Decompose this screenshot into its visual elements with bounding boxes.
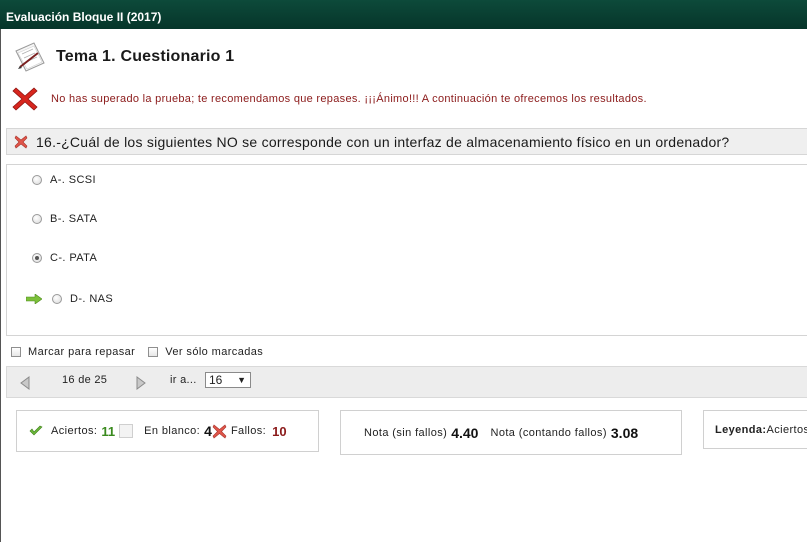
- window-border: [0, 0, 1, 542]
- legend-label: Leyenda:: [715, 423, 767, 436]
- document-pencil-icon: [15, 42, 45, 72]
- show-only-marked-checkbox[interactable]: Ver sólo marcadas: [148, 346, 263, 358]
- mark-for-review-checkbox[interactable]: Marcar para repasar: [11, 346, 135, 358]
- option-label: A-. SCSI: [50, 174, 96, 186]
- nota-sin-fallos-label: Nota (sin fallos): [364, 426, 448, 439]
- fallos-label: Fallos:: [230, 425, 267, 437]
- window-titlebar: Evaluación Bloque II (2017): [0, 0, 807, 29]
- red-x-icon: [12, 87, 38, 111]
- score-summary: Aciertos: 11 En blanco: 4 Fallos: 10: [16, 410, 319, 452]
- previous-arrow-icon[interactable]: [19, 376, 31, 390]
- question-text: 16.-¿Cuál de los siguientes NO se corres…: [36, 133, 730, 150]
- page-title: Tema 1. Cuestionario 1: [56, 48, 235, 65]
- option-c[interactable]: C-. PATA: [32, 252, 97, 264]
- nota-sin-fallos-value: 4.40: [451, 424, 479, 441]
- question-navigation: 16 de 25 ir a... 16 ▼: [6, 366, 807, 398]
- radio-button[interactable]: [32, 175, 42, 185]
- option-label: D-. NAS: [70, 293, 114, 305]
- option-d[interactable]: D-. NAS: [26, 293, 113, 305]
- quiz-header: Tema 1. Cuestionario 1: [12, 42, 234, 72]
- option-a[interactable]: A-. SCSI: [32, 174, 96, 186]
- goto-question-select[interactable]: 16 ▼: [205, 372, 251, 388]
- review-options: Marcar para repasar Ver sólo marcadas: [11, 346, 276, 358]
- blank-square-icon: [119, 424, 134, 438]
- dropdown-caret-icon: ▼: [237, 375, 246, 385]
- radio-button-selected[interactable]: [32, 253, 42, 263]
- option-label: C-. PATA: [50, 252, 98, 264]
- goto-value: 16: [209, 373, 223, 387]
- fallos-x-icon: [212, 424, 227, 438]
- wrong-x-icon: [14, 135, 28, 148]
- legend-first-item: Aciertos: [766, 423, 807, 436]
- nota-contando-fallos-label: Nota (contando fallos): [490, 426, 607, 439]
- answer-options: A-. SCSI B-. SATA C-. PATA D-. NAS: [6, 164, 807, 336]
- correct-answer-arrow-icon: [26, 294, 42, 304]
- aciertos-value: 11: [101, 423, 116, 439]
- nota-contando-fallos-value: 3.08: [610, 424, 639, 441]
- blanco-value: 4: [204, 423, 212, 439]
- aciertos-label: Aciertos:: [51, 425, 98, 437]
- next-arrow-icon[interactable]: [135, 376, 147, 390]
- grade-summary: Nota (sin fallos) 4.40 Nota (contando fa…: [340, 410, 682, 455]
- legend-box: Leyenda: Aciertos: [703, 410, 807, 449]
- mark-for-review-label: Marcar para repasar: [28, 346, 136, 358]
- checkbox[interactable]: [148, 347, 159, 357]
- show-only-marked-label: Ver sólo marcadas: [165, 346, 264, 358]
- result-banner: No has superado la prueba; te recomendam…: [12, 86, 647, 112]
- fallos-value: 10: [272, 423, 287, 439]
- blanco-label: En blanco:: [144, 425, 201, 437]
- radio-button[interactable]: [32, 214, 42, 224]
- result-message: No has superado la prueba; te recomendam…: [51, 93, 647, 105]
- option-b[interactable]: B-. SATA: [32, 213, 97, 225]
- check-mark-icon: [29, 425, 43, 436]
- question-header: 16.-¿Cuál de los siguientes NO se corres…: [6, 128, 807, 155]
- window-title: Evaluación Bloque II (2017): [6, 10, 162, 24]
- option-label: B-. SATA: [50, 213, 98, 225]
- checkbox[interactable]: [11, 347, 21, 357]
- radio-button[interactable]: [52, 294, 62, 304]
- question-counter: 16 de 25: [62, 374, 108, 386]
- goto-label: ir a...: [170, 374, 197, 386]
